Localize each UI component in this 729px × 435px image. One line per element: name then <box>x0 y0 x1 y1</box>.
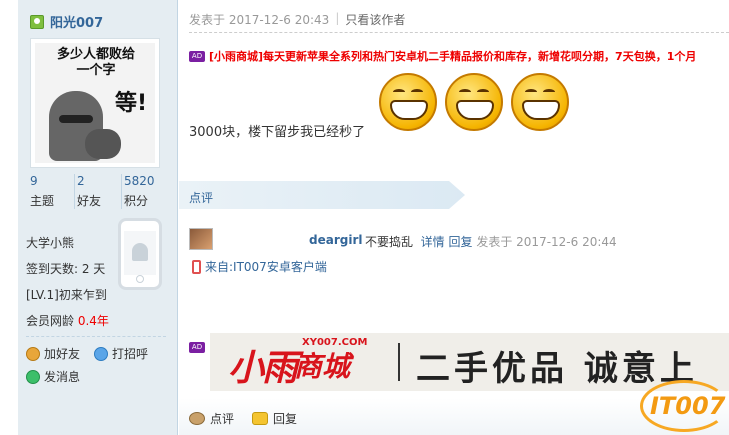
grin-emoji-icon <box>445 73 503 131</box>
comment-line: 不要捣乱 详情 回复 发表于 2017-12-6 20:44 <box>365 233 617 250</box>
post-footer-actions: 点评 回复 <box>189 410 297 427</box>
comment-button-label: 点评 <box>210 412 235 426</box>
post-content: 发表于 2017-12-6 20:43 | 只看该作者 AD [小雨商城]每天更… <box>179 0 729 435</box>
stat-points-label: 积分 <box>124 194 149 208</box>
user-group[interactable]: 大学小熊 <box>26 230 109 256</box>
user-actions: 加好友 打招呼 发消息 <box>26 336 166 391</box>
grin-emoji-icon <box>511 73 569 131</box>
stat-points-value: 5820 <box>124 174 155 188</box>
comment-text: 不要捣乱 <box>365 235 414 249</box>
comment-time: 发表于 2017-12-6 20:44 <box>476 235 617 249</box>
bottom-ad-badge-row: AD <box>189 342 205 353</box>
client-source[interactable]: 来自:IT007安卓客户端 <box>192 258 327 275</box>
user-info: 大学小熊 签到天数: 2 天 [LV.1]初来乍到 会员网龄 0.4年 <box>26 230 109 334</box>
client-source-text[interactable]: 来自:IT007安卓客户端 <box>205 258 327 275</box>
stat-friends-value: 2 <box>77 174 85 188</box>
post-time: 发表于 2017-12-6 20:43 <box>189 13 330 27</box>
avatar-hand-shape <box>85 129 121 159</box>
stat-topics[interactable]: 9 主题 <box>28 174 75 209</box>
stat-points[interactable]: 5820 积分 <box>122 174 168 209</box>
user-level: [LV.1]初来乍到 <box>26 288 107 302</box>
member-age-label: 会员网龄 <box>26 314 75 328</box>
only-author-link[interactable]: 只看该作者 <box>345 11 405 28</box>
it007-watermark-logo: IT007 <box>640 380 728 432</box>
commenter-name[interactable]: deargirl <box>309 233 362 247</box>
comments-header-label: 点评 <box>189 191 214 205</box>
emoji-group <box>379 73 569 131</box>
android-robot-icon <box>132 243 148 261</box>
send-message-button[interactable]: 发消息 <box>26 368 80 385</box>
signin-days: 签到天数: 2 天 <box>26 262 106 276</box>
username-row: 阳光007 <box>30 12 103 31</box>
watermark-text: IT007 <box>650 392 726 420</box>
post-meta: 发表于 2017-12-6 20:43 | 只看该作者 <box>189 11 406 28</box>
greet-icon <box>94 346 109 361</box>
commenter-avatar[interactable] <box>189 228 213 250</box>
username-link[interactable]: 阳光007 <box>50 12 103 31</box>
forum-post: 阳光007 多少人都败给 一个字 等! 9 主题 2 好友 5820 积分 大学… <box>0 0 729 435</box>
message-icon <box>26 369 40 384</box>
android-device-icon <box>118 218 162 290</box>
user-stats: 9 主题 2 好友 5820 积分 <box>28 174 168 209</box>
add-friend-label: 加好友 <box>44 347 81 361</box>
avatar-big-text: 等! <box>114 91 147 116</box>
member-age: 会员网龄 0.4年 <box>26 308 109 334</box>
greet-button[interactable]: 打招呼 <box>94 345 148 362</box>
banner-brand: 小雨 <box>228 348 298 389</box>
online-status-icon <box>30 14 44 29</box>
mobile-phone-icon <box>192 259 201 274</box>
ad-badge: AD <box>189 342 205 353</box>
top-ad[interactable]: AD [小雨商城]每天更新苹果全系列和热门安卓机二手精品报价和库存，新增花呗分期… <box>189 48 696 64</box>
banner-divider <box>398 343 400 381</box>
ad-badge: AD <box>189 50 205 62</box>
avatar-caption: 多少人都败给 一个字 <box>56 47 135 78</box>
grin-emoji-icon <box>379 73 437 131</box>
reply-button-label: 回复 <box>273 412 298 426</box>
user-sidebar: 阳光007 多少人都败给 一个字 等! 9 主题 2 好友 5820 积分 大学… <box>18 0 178 435</box>
member-age-value: 0.4年 <box>77 314 109 328</box>
comments-header: 点评 <box>179 181 465 209</box>
greet-label: 打招呼 <box>112 347 149 361</box>
comment-reply-link[interactable]: 回复 <box>449 235 473 249</box>
stat-friends-label: 好友 <box>77 194 102 208</box>
add-friend-icon <box>26 346 40 361</box>
avatar[interactable]: 多少人都败给 一个字 等! <box>30 38 160 168</box>
stat-topics-value: 9 <box>30 174 38 188</box>
reply-button[interactable]: 回复 <box>252 410 297 427</box>
stat-topics-label: 主题 <box>30 194 55 208</box>
comment-icon <box>189 412 205 425</box>
post-body: 3000块，楼下留步我已经秒了 <box>189 125 366 140</box>
reply-icon <box>252 412 269 425</box>
banner-shop: 商城 <box>294 350 351 383</box>
ad-text[interactable]: [小雨商城]每天更新苹果全系列和热门安卓机二手精品报价和库存，新增花呗分期，7天… <box>209 48 696 64</box>
meta-divider <box>189 32 729 33</box>
add-friend-button[interactable]: 加好友 <box>26 345 80 362</box>
send-message-label: 发消息 <box>44 370 81 384</box>
stat-friends[interactable]: 2 好友 <box>75 174 122 209</box>
comment-detail-link[interactable]: 详情 <box>421 235 445 249</box>
comment-button[interactable]: 点评 <box>189 410 234 427</box>
